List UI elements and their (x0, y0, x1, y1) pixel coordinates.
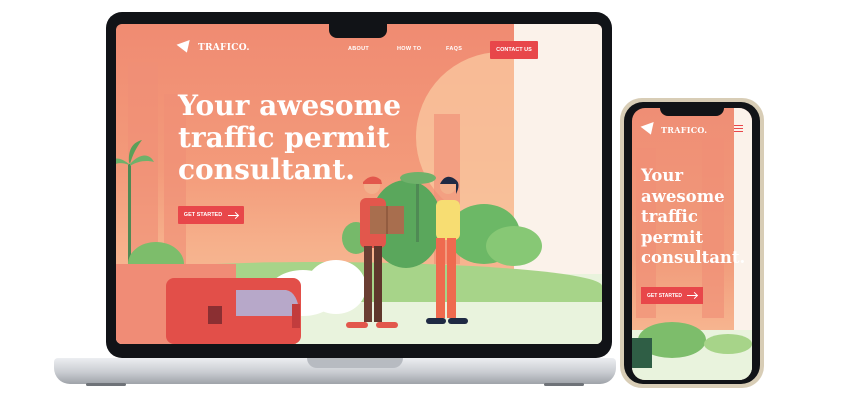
brand-name: TRAFICO. (661, 124, 708, 135)
laptop-base-groove (307, 358, 403, 368)
hero-title-line: traffic (641, 207, 698, 226)
hamburger-menu-icon[interactable] (734, 125, 743, 134)
brand-name: TRAFICO. (198, 42, 250, 53)
hero-title-line: traffic permit (178, 121, 390, 154)
nav-link-faqs[interactable]: FAQS (446, 46, 462, 52)
palm-tree-right (416, 182, 419, 242)
hero-title-line: permit (641, 227, 704, 247)
nav-link-about[interactable]: ABOUT (348, 46, 369, 52)
brand-logo[interactable]: TRAFICO. (640, 121, 708, 138)
laptop-camera-notch (329, 12, 387, 38)
arrow-right-icon (228, 214, 239, 216)
hero-title-line: Your awesome (178, 89, 402, 122)
hero-title-line: consultant. (641, 248, 746, 267)
brand-logo-icon (176, 39, 194, 56)
get-started-button[interactable]: GET STARTED (178, 206, 244, 224)
contact-us-button[interactable]: CONTACT US (490, 41, 538, 59)
laptop-foot (86, 383, 126, 386)
brand-logo-icon (640, 121, 658, 138)
arrow-right-icon (686, 295, 697, 296)
phone-screen: TRAFICO. Your awesome traffic permit con… (632, 108, 752, 380)
phone-notch (660, 106, 724, 116)
get-started-label: GET STARTED (647, 292, 682, 299)
laptop-screen: TRAFICO. ABOUT HOW TO FAQS CONTACT US Yo… (116, 24, 602, 344)
nav-link-how-to[interactable]: HOW TO (397, 46, 421, 52)
hero-title-line: consultant. (178, 153, 355, 186)
hero-title: Your awesome traffic permit consultant. (178, 90, 418, 186)
truck-illustration (116, 264, 301, 344)
hero-title: Your awesome traffic permit consultant. (641, 166, 751, 269)
hero-title-line: awesome (641, 186, 725, 206)
get-started-button[interactable]: GET STARTED (641, 287, 703, 304)
brand-logo[interactable]: TRAFICO. (176, 39, 250, 56)
laptop-foot (544, 383, 584, 386)
bush (486, 226, 542, 266)
get-started-label: GET STARTED (183, 212, 223, 218)
hero-title-line: Your (641, 166, 684, 185)
